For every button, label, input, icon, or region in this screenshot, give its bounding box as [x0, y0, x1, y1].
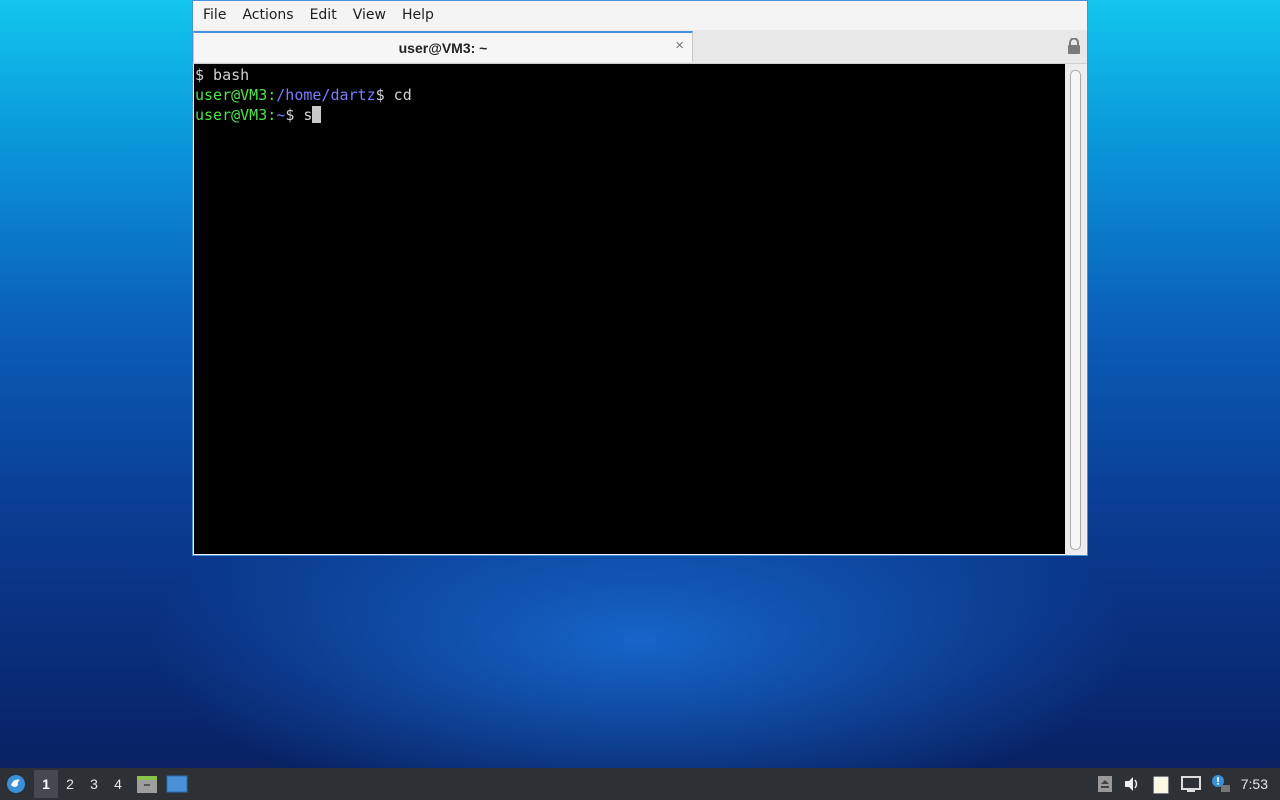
prompt-user: user@VM3: [195, 86, 277, 104]
menu-actions[interactable]: Actions [234, 1, 301, 30]
menu-view[interactable]: View [345, 1, 394, 30]
terminal-line: $ bash [194, 65, 1066, 85]
tab-title: user@VM3: ~ [398, 39, 488, 56]
prompt-path: /home/dartz [276, 86, 376, 104]
lock-icon[interactable] [1067, 38, 1081, 54]
tab-bar: user@VM3: ~ × [193, 30, 1087, 64]
scrollbar[interactable] [1065, 64, 1086, 554]
text-cursor [312, 106, 322, 123]
system-tray: 7:53 [1097, 768, 1280, 800]
terminal-line: user@VM3:/home/dartz$ cd [194, 85, 1066, 105]
workspace-1[interactable]: 1 [34, 770, 58, 798]
removable-drive-icon[interactable] [1097, 775, 1113, 793]
workspace-4[interactable]: 4 [106, 770, 130, 798]
terminal-line: user@VM3:~$ s [194, 105, 1066, 125]
tab-terminal[interactable]: user@VM3: ~ × [193, 31, 693, 62]
menu-help[interactable]: Help [394, 1, 442, 30]
clock[interactable]: 7:53 [1241, 776, 1268, 792]
volume-icon[interactable] [1123, 776, 1141, 792]
notification-icon[interactable] [1211, 774, 1231, 794]
menu-file[interactable]: File [195, 1, 234, 30]
terminal-output[interactable]: $ bash user@VM3:/home/dartz$ cd user@VM3… [194, 64, 1066, 554]
prompt-user: user@VM3: [195, 106, 277, 124]
start-menu-icon[interactable] [6, 774, 26, 794]
network-icon[interactable] [1180, 775, 1201, 793]
file-manager-icon[interactable] [136, 774, 158, 794]
clipboard-icon[interactable] [1151, 774, 1171, 794]
prompt-command: $ s [285, 106, 313, 124]
scroll-thumb[interactable] [1070, 70, 1081, 550]
workspace-3[interactable]: 3 [82, 770, 106, 798]
menu-bar: File Actions Edit View Help [193, 1, 1087, 30]
prompt-command: $ cd [375, 86, 412, 104]
terminal-window: File Actions Edit View Help user@VM3: ~ … [192, 0, 1088, 556]
menu-edit[interactable]: Edit [302, 1, 345, 30]
show-desktop-icon[interactable] [166, 775, 188, 793]
line-text: $ bash [195, 66, 250, 84]
taskbar: 1 2 3 4 7:53 [0, 768, 1280, 800]
workspace-2[interactable]: 2 [58, 770, 82, 798]
prompt-path: ~ [276, 106, 286, 124]
close-icon[interactable]: × [675, 37, 684, 54]
